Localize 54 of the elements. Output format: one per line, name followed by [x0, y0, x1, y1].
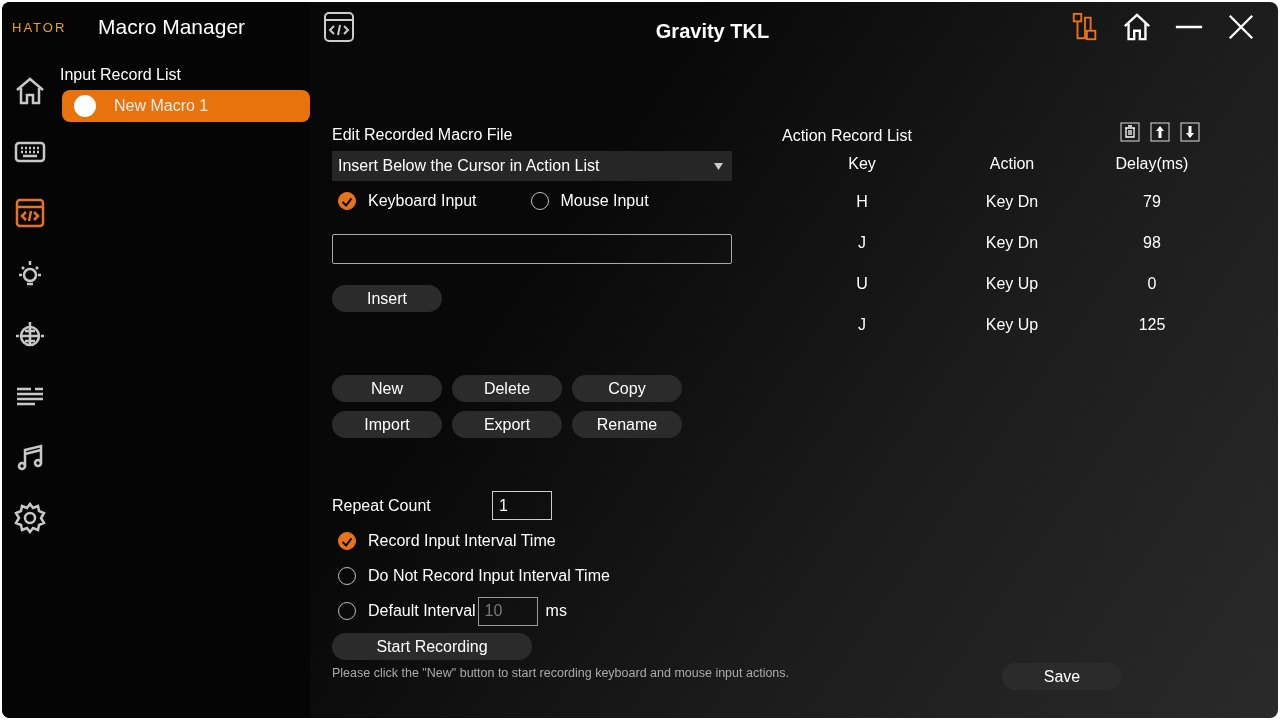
hint-text: Please click the "New" button to start recording keyboard and mouse input actions.	[332, 666, 790, 680]
interval-field[interactable]: 10	[477, 596, 538, 626]
close-icon[interactable]	[1226, 12, 1256, 42]
home-icon[interactable]	[14, 75, 46, 107]
insert-mode-dropdown[interactable]: Insert Below the Cursor in Action List	[332, 151, 732, 181]
device-title: Gravity TKL	[654, 18, 771, 43]
repeat-count-field[interactable]: 1	[492, 491, 552, 520]
checked-radio[interactable]	[338, 532, 356, 550]
file-action-button[interactable]: Import	[332, 411, 442, 438]
save-button[interactable]: Save	[1002, 663, 1122, 690]
radio-label: Do Not Record Input Interval Time	[368, 567, 610, 585]
table-cell: 125	[1138, 315, 1166, 334]
table-cell: H	[856, 192, 868, 211]
arrow-up-icon[interactable]	[1150, 122, 1170, 142]
table-cell: U	[856, 274, 868, 293]
repeat-count-label: Repeat Count	[332, 496, 432, 515]
column-header: Action	[989, 155, 1035, 173]
brand-logo: HATOR	[12, 19, 68, 35]
app-title: Macro Manager	[98, 15, 246, 39]
table-cell: 79	[1143, 192, 1161, 211]
file-action-button[interactable]: Export	[452, 411, 562, 438]
table-cell: Key Up	[985, 274, 1039, 293]
home-icon[interactable]	[1122, 12, 1152, 42]
radio-label: Keyboard Input	[368, 192, 477, 210]
file-action-button[interactable]: Rename	[572, 411, 682, 438]
code-window-icon[interactable]	[323, 11, 355, 43]
radio-label: Record Input Interval Time	[368, 532, 556, 550]
checked-radio[interactable]	[338, 192, 356, 210]
insert-button[interactable]: Insert	[332, 285, 442, 312]
table-cell: J	[858, 233, 866, 252]
list-title: Input Record List	[60, 66, 182, 84]
settings-icon[interactable]	[14, 502, 46, 534]
section-title: Edit Recorded Macro File	[332, 126, 514, 144]
file-action-button[interactable]: New	[332, 375, 442, 402]
section-title: Action Record List	[782, 127, 912, 145]
key-input-field[interactable]	[332, 234, 732, 264]
code-window-icon[interactable]	[14, 197, 46, 229]
table-cell: Key Dn	[985, 192, 1039, 211]
file-action-button[interactable]: Copy	[572, 375, 682, 402]
radio-label: Default Interval	[368, 602, 476, 620]
column-header: Delay(ms)	[1115, 155, 1189, 173]
table-cell: J	[858, 315, 866, 334]
table-cell: Key Up	[985, 315, 1039, 334]
table-cell: Key Dn	[985, 233, 1039, 252]
unit-label: ms	[545, 602, 567, 620]
file-action-button[interactable]: Delete	[452, 375, 562, 402]
radio-label: Mouse Input	[560, 192, 649, 210]
dropdown-caret-icon	[713, 161, 724, 171]
start-recording-button[interactable]: Start Recording	[332, 633, 532, 660]
table-cell: 98	[1143, 233, 1161, 252]
column-header: Key	[848, 155, 876, 173]
table-cell: 0	[1147, 274, 1157, 293]
arrow-down-icon[interactable]	[1180, 122, 1200, 142]
trash-icon[interactable]	[1120, 122, 1140, 142]
